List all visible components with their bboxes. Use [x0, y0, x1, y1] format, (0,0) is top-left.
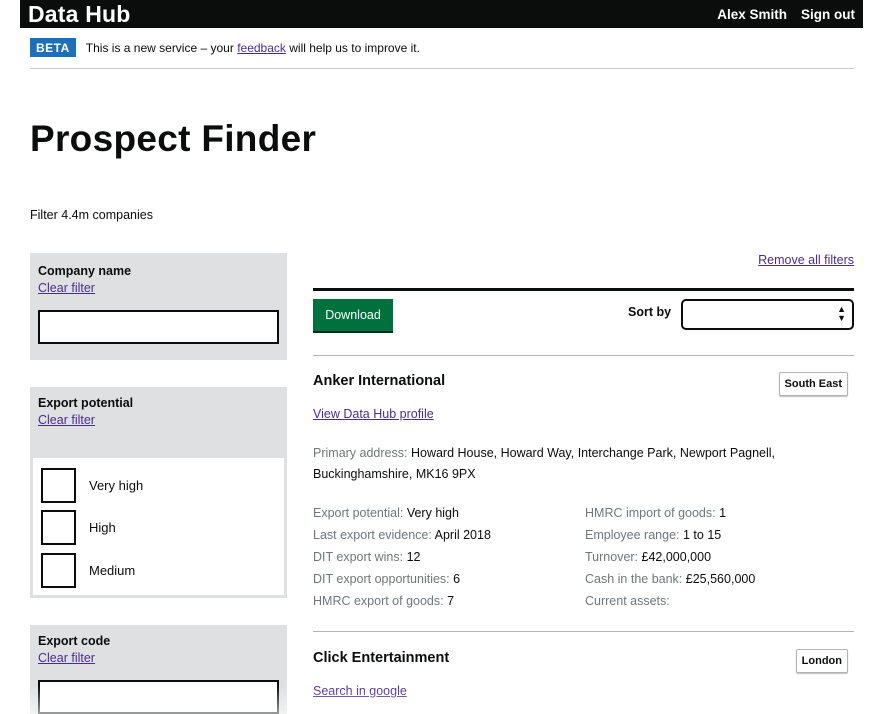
divider [313, 355, 854, 356]
checkbox-option-medium[interactable]: Medium [33, 549, 284, 592]
checkbox-label: High [89, 520, 116, 536]
detail-value: 7 [447, 594, 455, 608]
detail-label: Export potential: [313, 506, 404, 520]
company-name-input[interactable] [38, 310, 279, 344]
sign-out-link[interactable]: Sign out [801, 7, 855, 22]
divider [30, 68, 854, 69]
checkbox-option-high[interactable]: High [33, 507, 284, 550]
export-code-input[interactable] [38, 680, 279, 714]
checkbox[interactable] [41, 467, 76, 503]
select-arrows-icon: ▲ ▼ [837, 304, 846, 323]
primary-address: Primary address: Howard House, Howard Wa… [313, 443, 823, 485]
detail-label: HMRC import of goods: [585, 506, 716, 520]
address-label: Primary address: [313, 446, 408, 460]
divider [313, 631, 854, 632]
company-name-label: Company name [38, 264, 132, 278]
filter-count: Filter 4.4m companies [30, 208, 153, 222]
view-profile-link[interactable]: View Data Hub profile [313, 407, 434, 421]
detail-value: April 2018 [434, 528, 491, 542]
clear-filter-link[interactable]: Clear filter [38, 413, 95, 427]
results-top-rule [313, 288, 854, 291]
company-details-left: Export potential: Very high Last export … [313, 502, 491, 612]
company-name: Click Entertainment [313, 650, 450, 666]
search-google-link[interactable]: Search in google [313, 684, 407, 698]
detail-label: Turnover: [585, 550, 639, 564]
beta-text-after: will help us to improve it. [289, 40, 420, 55]
download-button[interactable]: Download [313, 299, 393, 331]
region-tag: South East [778, 372, 848, 396]
export-potential-filter: Export potential Clear filter Very high … [30, 387, 287, 598]
detail-label: HMRC export of goods: [313, 594, 444, 608]
detail-label: Employee range: [585, 528, 680, 542]
export-code-filter: Export code Clear filter [30, 625, 287, 714]
user-name-link[interactable]: Alex Smith [717, 7, 787, 22]
checkbox-label: Medium [89, 562, 136, 578]
clear-filter-link[interactable]: Clear filter [38, 281, 95, 295]
clear-filter-link[interactable]: Clear filter [38, 651, 95, 665]
detail-value: 1 to 15 [683, 528, 722, 542]
header-nav: Alex Smith Sign out [717, 7, 855, 22]
page-title: Prospect Finder [30, 118, 317, 159]
detail-value: 6 [453, 572, 461, 586]
brand-logo[interactable]: Data Hub [28, 1, 131, 28]
export-code-label: Export code [38, 634, 111, 648]
sort-by-label: Sort by [628, 305, 672, 319]
remove-all-filters-link[interactable]: Remove all filters [758, 253, 854, 267]
checkbox-option-very-high[interactable]: Very high [33, 464, 284, 507]
checkbox-label: Very high [89, 477, 144, 493]
header-bar: Data Hub Alex Smith Sign out [20, 0, 863, 28]
sort-select[interactable]: ▲ ▼ [681, 299, 854, 330]
export-potential-options: Very high High Medium [33, 458, 284, 595]
beta-banner: BETA This is a new service – your feedba… [30, 38, 420, 57]
region-tag: London [795, 649, 848, 673]
beta-text-before: This is a new service – your [85, 40, 234, 55]
checkbox[interactable] [41, 552, 76, 588]
detail-label: Cash in the bank: [585, 572, 683, 586]
detail-label: DIT export wins: [313, 550, 404, 564]
detail-value: 12 [406, 550, 421, 564]
export-potential-label: Export potential [38, 396, 134, 410]
detail-label: Current assets: [585, 594, 670, 608]
detail-value: Very high [406, 506, 459, 520]
detail-value: £42,000,000 [641, 550, 712, 564]
feedback-link[interactable]: feedback [237, 41, 286, 55]
checkbox[interactable] [41, 510, 76, 546]
beta-tag: BETA [30, 38, 76, 57]
company-details-right: HMRC import of goods: 1 Employee range: … [585, 502, 755, 612]
company-name-filter: Company name Clear filter [30, 253, 287, 360]
detail-label: DIT export opportunities: [313, 572, 450, 586]
detail-value: 1 [719, 506, 727, 520]
company-name: Anker International [313, 373, 446, 389]
detail-label: Last export evidence: [313, 528, 432, 542]
detail-value: £25,560,000 [685, 572, 756, 586]
